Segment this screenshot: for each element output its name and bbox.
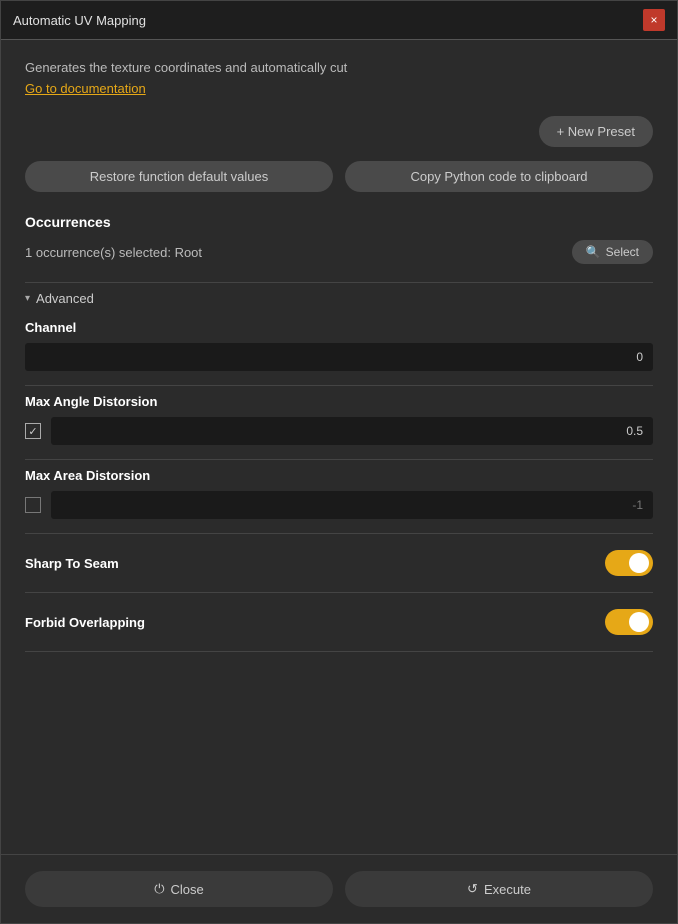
window-close-button[interactable]: × xyxy=(643,9,665,31)
documentation-link[interactable]: Go to documentation xyxy=(25,81,653,96)
action-row: Restore function default values Copy Pyt… xyxy=(25,161,653,192)
divider-3 xyxy=(25,459,653,460)
refresh-icon: ↺ xyxy=(467,881,478,897)
advanced-toggle[interactable]: ▾ Advanced xyxy=(25,291,653,306)
new-preset-button[interactable]: + New Preset xyxy=(539,116,653,147)
forbid-overlapping-row: Forbid Overlapping xyxy=(25,601,653,643)
sharp-to-seam-row: Sharp To Seam xyxy=(25,542,653,584)
sharp-to-seam-knob xyxy=(629,553,649,573)
window-title: Automatic UV Mapping xyxy=(13,13,146,28)
content-area: Generates the texture coordinates and au… xyxy=(1,40,677,854)
search-icon: 🔍 xyxy=(586,245,601,259)
forbid-overlapping-knob xyxy=(629,612,649,632)
divider-5 xyxy=(25,592,653,593)
top-actions: + New Preset xyxy=(25,116,653,147)
sharp-to-seam-toggle[interactable] xyxy=(605,550,653,576)
max-area-slider-track[interactable]: -1 xyxy=(51,491,653,519)
max-area-checkbox[interactable] xyxy=(25,497,41,513)
divider-2 xyxy=(25,385,653,386)
close-label: Close xyxy=(171,882,204,897)
execute-label: Execute xyxy=(484,882,531,897)
max-area-label: Max Area Distorsion xyxy=(25,468,653,483)
max-angle-slider-row: 0.5 xyxy=(25,417,653,445)
power-icon: ⏻ xyxy=(154,881,164,897)
divider-1 xyxy=(25,282,653,283)
select-button[interactable]: 🔍 Select xyxy=(572,240,653,264)
footer: ⏻ Close ↺ Execute xyxy=(1,854,677,923)
advanced-label: Advanced xyxy=(36,291,94,306)
channel-slider-track[interactable]: 0 xyxy=(25,343,653,371)
divider-4 xyxy=(25,533,653,534)
close-button[interactable]: ⏻ Close xyxy=(25,871,333,907)
chevron-down-icon: ▾ xyxy=(25,293,30,304)
max-angle-slider-track[interactable]: 0.5 xyxy=(51,417,653,445)
restore-defaults-button[interactable]: Restore function default values xyxy=(25,161,333,192)
channel-value: 0 xyxy=(636,350,643,364)
channel-slider-row: 0 xyxy=(25,343,653,371)
divider-6 xyxy=(25,651,653,652)
forbid-overlapping-toggle[interactable] xyxy=(605,609,653,635)
title-bar: Automatic UV Mapping × xyxy=(1,1,677,40)
copy-python-button[interactable]: Copy Python code to clipboard xyxy=(345,161,653,192)
max-angle-checkbox[interactable] xyxy=(25,423,41,439)
description-text: Generates the texture coordinates and au… xyxy=(25,60,653,75)
main-window: Automatic UV Mapping × Generates the tex… xyxy=(0,0,678,924)
max-area-value: -1 xyxy=(632,498,643,512)
occurrences-row: 1 occurrence(s) selected: Root 🔍 Select xyxy=(25,240,653,264)
occurrences-section-label: Occurrences xyxy=(25,214,653,230)
max-angle-value: 0.5 xyxy=(626,424,643,438)
select-label: Select xyxy=(606,245,639,259)
execute-button[interactable]: ↺ Execute xyxy=(345,871,653,907)
occurrences-text: 1 occurrence(s) selected: Root xyxy=(25,245,202,260)
sharp-to-seam-label: Sharp To Seam xyxy=(25,556,119,571)
channel-label: Channel xyxy=(25,320,653,335)
max-area-slider-row: -1 xyxy=(25,491,653,519)
forbid-overlapping-label: Forbid Overlapping xyxy=(25,615,145,630)
max-angle-label: Max Angle Distorsion xyxy=(25,394,653,409)
